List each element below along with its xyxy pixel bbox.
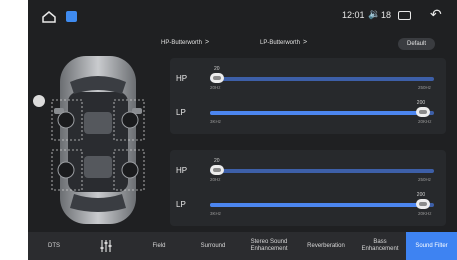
tab-reverberation-label: Reverberation	[307, 242, 345, 249]
tab-dts-label: DTS	[48, 242, 60, 249]
tab-equalizer[interactable]	[80, 232, 132, 260]
hp-max-label: 250Hz	[418, 85, 432, 90]
lp-slider[interactable]	[210, 107, 434, 117]
tab-sound-filter-label: Sound Filter	[415, 242, 448, 249]
car-top-view	[51, 56, 145, 224]
hp-slider[interactable]	[210, 73, 434, 83]
lp-filter-dropdown-label: LP-Butterworth	[260, 40, 301, 46]
hp-max-label: 250Hz	[418, 177, 432, 182]
chevron-right-icon: >	[205, 39, 210, 46]
hp-value: 20	[214, 158, 220, 164]
lp-min-label: 3KHz	[210, 211, 222, 216]
chevron-right-icon: >	[303, 39, 308, 46]
lp-slider-thumb[interactable]	[415, 199, 430, 209]
filter-panel-rear: HP 20 20Hz 250Hz LP 200 3KHz 20KHz	[170, 150, 446, 226]
hp-min-label: 20Hz	[210, 177, 221, 182]
lp-slider-fill	[210, 111, 423, 115]
tab-dts[interactable]: DTS	[28, 232, 80, 260]
hp-slider[interactable]	[210, 165, 434, 175]
filter-panel-front: HP 20 20Hz 250Hz LP 200 3KHz 20KHz	[170, 58, 446, 134]
lp-label: LP	[176, 200, 186, 209]
app-icon[interactable]	[66, 11, 77, 22]
home-icon[interactable]	[42, 11, 56, 23]
tab-surround-label: Surround	[200, 242, 226, 249]
lp-max-label: 20KHz	[418, 119, 432, 124]
hp-min-label: 20Hz	[210, 85, 221, 90]
hp-filter-dropdown-label: HP-Butterworth	[161, 40, 203, 46]
back-icon[interactable]: ↶	[430, 6, 442, 23]
tab-field-label: Field	[152, 242, 166, 249]
lp-slider-fill	[210, 203, 423, 207]
volume-level: 18	[381, 10, 392, 20]
sound-filter-screen: 12:01 🔉 18 ↶ HP-Butterworth > LP-Butterwo…	[28, 0, 457, 260]
tab-bass-enhancement[interactable]: Bass Enhancement	[354, 232, 406, 260]
tab-field[interactable]: Field	[132, 232, 186, 260]
default-button[interactable]: Default	[398, 38, 435, 50]
equalizer-icon	[100, 240, 112, 252]
volume-icon[interactable]: 🔉	[368, 9, 380, 20]
lp-filter-dropdown[interactable]: LP-Butterworth >	[260, 39, 307, 46]
bottom-tab-bar: DTS Field Surround Stereo Sound Enhancem…	[28, 232, 457, 260]
tab-sound-filter[interactable]: Sound Filter	[406, 232, 457, 260]
window-icon[interactable]	[398, 11, 411, 20]
tab-bass-label: Bass Enhancement	[361, 239, 399, 252]
hp-slider-thumb[interactable]	[210, 165, 224, 175]
clock: 12:01	[342, 10, 365, 20]
lp-value: 200	[416, 192, 426, 198]
lp-max-label: 20KHz	[418, 211, 432, 216]
lp-slider-thumb[interactable]	[415, 107, 430, 117]
lp-slider[interactable]	[210, 199, 434, 209]
hp-label: HP	[176, 166, 188, 175]
tab-stereo-label: Stereo Sound Enhancement	[250, 239, 288, 252]
tab-reverberation[interactable]: Reverberation	[298, 232, 354, 260]
status-bar: 12:01 🔉 18 ↶	[28, 0, 457, 34]
lp-label: LP	[176, 108, 186, 117]
hp-value: 20	[214, 66, 220, 72]
tab-surround[interactable]: Surround	[186, 232, 240, 260]
hp-slider-thumb[interactable]	[210, 73, 224, 83]
tab-stereo-sound-enhancement[interactable]: Stereo Sound Enhancement	[240, 232, 298, 260]
lp-value: 200	[416, 100, 426, 106]
lp-min-label: 3KHz	[210, 119, 222, 124]
hp-filter-dropdown[interactable]: HP-Butterworth >	[161, 39, 209, 46]
drawer-handle[interactable]	[33, 95, 45, 107]
hp-label: HP	[176, 74, 188, 83]
